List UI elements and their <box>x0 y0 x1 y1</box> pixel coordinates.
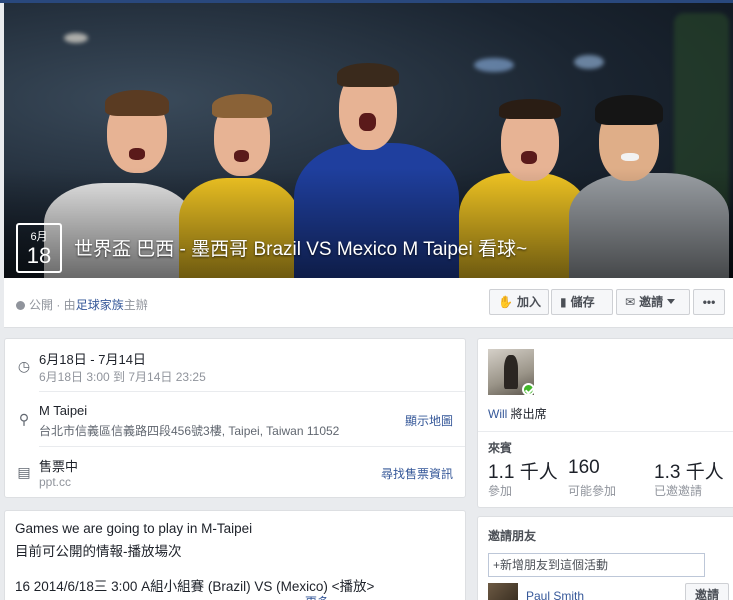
invite-friend-label: 邀請 <box>694 588 719 600</box>
ticket-row: ▤ 售票中 ppt.cc 尋找售票資訊 <box>5 447 465 499</box>
cover-gradient <box>4 168 733 278</box>
event-date-badge: 6月 18 <box>16 223 62 273</box>
invite-button[interactable]: ✉ 邀請 <box>616 289 690 315</box>
cover-photo: 6月 18 世界盃 巴西 - 墨西哥 Brazil VS Mexico M Ta… <box>4 3 733 278</box>
event-details-card: ◷ 6月18日 - 7月14日 6月18日 3:00 到 7月14日 23:25… <box>4 338 466 498</box>
divider <box>478 431 733 432</box>
time-row: ◷ 6月18日 - 7月14日 6月18日 3:00 到 7月14日 23:25 <box>5 339 465 391</box>
maybe-count[interactable]: 160 <box>568 457 600 479</box>
invited-label: 已邀邀請 <box>654 484 703 498</box>
map-pin-icon: ⚲ <box>18 411 30 427</box>
thumb-icon: ✋ <box>498 295 513 309</box>
event-action-bar: 公開 · 由足球家族主辦 ✋ 加入 ▮ 儲存 ✉ 邀請 ••• <box>4 278 733 328</box>
host-name-link[interactable]: Will <box>488 407 507 421</box>
guests-heading: 來賓 <box>488 441 513 455</box>
event-day: 18 <box>26 243 52 268</box>
invite-label: 邀請 <box>639 295 664 309</box>
description-line: Games we are going to play in M-Taipei <box>15 521 253 536</box>
host-suffix: 主辦 <box>123 298 148 312</box>
invite-friends-card: 邀請朋友 Paul Smith 邀請 <box>477 516 733 600</box>
location-name: M Taipei <box>39 403 88 418</box>
invite-friends-heading: 邀請朋友 <box>488 529 537 543</box>
check-icon <box>522 383 535 396</box>
save-button[interactable]: ▮ 儲存 <box>551 289 613 315</box>
host-page-link[interactable]: 足球家族 <box>76 298 124 312</box>
ticket-icon: ▤ <box>17 464 31 480</box>
description-line: 16 2014/6/18三 3:00 A組小組賽 (Brazil) VS (Me… <box>15 579 375 594</box>
privacy-label: 公開 <box>29 298 54 312</box>
envelope-icon: ✉ <box>625 295 636 309</box>
going-count[interactable]: 1.1 千人 <box>488 457 558 484</box>
host-going: Will 將出席 <box>488 405 547 422</box>
join-button[interactable]: ✋ 加入 <box>489 289 549 315</box>
more-label: ••• <box>702 295 716 309</box>
location-address: 台北市信義區信義路四段456號3樓, Taipei, Taiwan 11052 <box>39 424 340 438</box>
invite-friend-input[interactable] <box>488 553 705 577</box>
privacy-info: 公開 · 由足球家族主辦 <box>16 296 148 313</box>
host-prefix: · 由 <box>53 298 76 312</box>
show-map-link[interactable]: 顯示地圖 <box>405 412 453 429</box>
invited-count[interactable]: 1.3 千人 <box>654 457 724 484</box>
ticket-title: 售票中 <box>39 459 79 474</box>
join-label: 加入 <box>516 295 541 309</box>
maybe-label: 可能參加 <box>568 484 617 498</box>
event-month: 6月 <box>30 231 48 243</box>
event-title: 世界盃 巴西 - 墨西哥 Brazil VS Mexico M Taipei 看… <box>74 239 528 260</box>
time-detail: 6月18日 3:00 到 7月14日 23:25 <box>39 370 206 384</box>
see-more-link[interactable]: 更多 <box>305 593 329 600</box>
event-description-card: Games we are going to play in M-Taipei 目… <box>4 510 466 600</box>
going-label: 參加 <box>488 484 513 498</box>
friend-name-link[interactable]: Paul Smith <box>526 589 584 600</box>
clock-icon: ◷ <box>17 358 31 374</box>
chevron-down-icon <box>667 299 676 304</box>
host-status: 將出席 <box>507 407 547 421</box>
location-row: ⚲ M Taipei 台北市信義區信義路四段456號3樓, Taipei, Ta… <box>5 392 465 446</box>
attendance-card: Will 將出席 來賓 1.1 千人 參加 160 可能參加 1.3 千人 已邀… <box>477 338 733 508</box>
find-tickets-link[interactable]: 尋找售票資訊 <box>381 465 453 482</box>
more-button[interactable]: ••• <box>693 289 725 315</box>
date-range: 6月18日 - 7月14日 <box>39 352 146 367</box>
globe-icon <box>16 301 25 310</box>
ticket-site: ppt.cc <box>39 475 72 489</box>
save-label: 儲存 <box>570 295 595 309</box>
bookmark-icon: ▮ <box>560 295 567 309</box>
ceiling-light <box>64 33 88 43</box>
avatar[interactable] <box>488 583 518 600</box>
invite-friend-button[interactable]: 邀請 <box>685 583 729 600</box>
description-line: 目前可公開的情報-播放場次 <box>15 544 182 559</box>
